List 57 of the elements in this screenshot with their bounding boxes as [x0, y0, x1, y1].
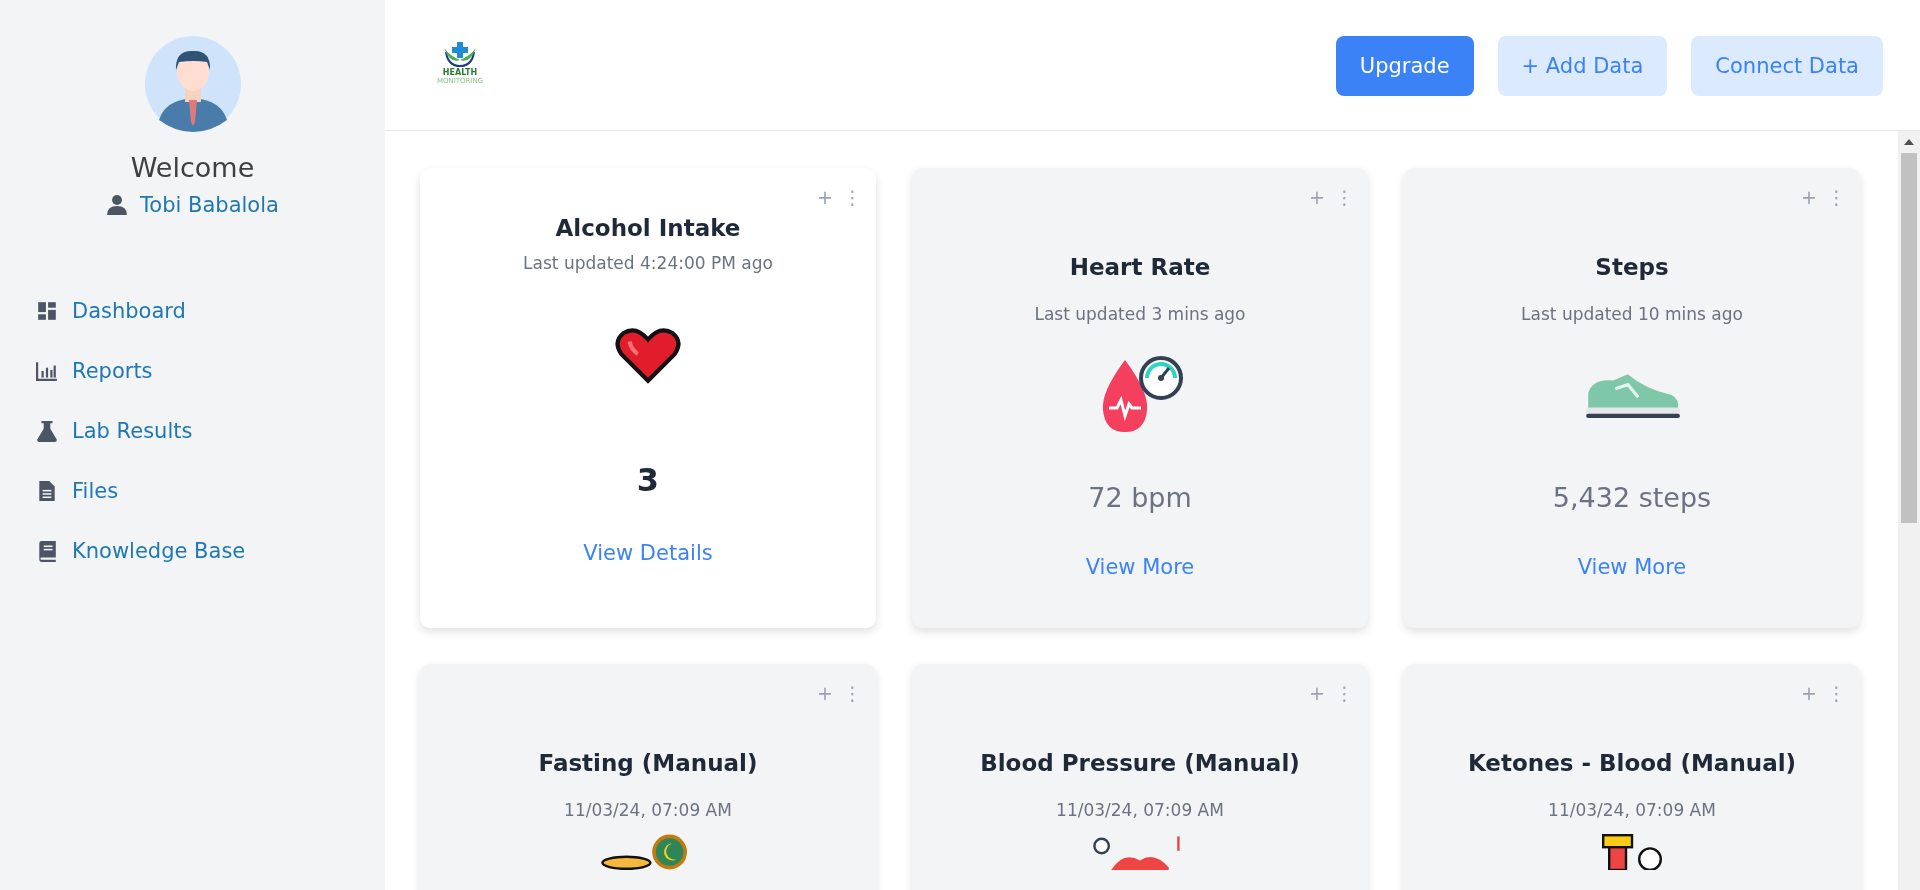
add-button[interactable]: +	[1799, 186, 1819, 208]
card-title: Steps	[1595, 254, 1669, 280]
metric-card[interactable]: + ⋮ Fasting (Manual) 11/03/24, 07:09 AM	[420, 664, 876, 890]
book-icon	[36, 540, 58, 562]
dashboard-icon	[36, 300, 58, 322]
bar-chart-icon	[36, 360, 58, 382]
welcome-heading: Welcome	[130, 152, 255, 183]
card-link[interactable]: View Details	[583, 541, 713, 565]
user-icon	[106, 194, 129, 216]
nav-item[interactable]: Dashboard	[36, 281, 385, 341]
add-button[interactable]: +	[1307, 682, 1327, 704]
metric-value: 72 bpm	[1088, 482, 1192, 513]
flask-icon	[36, 420, 58, 442]
card-link[interactable]: View More	[1577, 555, 1687, 579]
metric-card[interactable]: + ⋮ Heart Rate Last updated 3 mins ago 72 bpm View More	[912, 168, 1368, 628]
nav-item[interactable]: Knowledge Base	[36, 521, 385, 581]
scrollbar-thumb[interactable]	[1901, 153, 1917, 523]
header-button[interactable]: + Add Data	[1497, 36, 1668, 96]
metric-value: 3	[636, 461, 660, 499]
heart-icon	[615, 327, 681, 385]
nav-item[interactable]: Files	[36, 461, 385, 521]
header-button[interactable]: Connect Data	[1691, 36, 1883, 96]
menu-button[interactable]: ⋮	[1333, 682, 1356, 704]
last-updated: 11/03/24, 07:09 AM	[1548, 800, 1716, 820]
add-button[interactable]: +	[1307, 186, 1327, 208]
menu-button[interactable]: ⋮	[841, 682, 864, 704]
header-button[interactable]: Upgrade	[1335, 36, 1474, 96]
logo-text: HEALTH	[442, 68, 478, 77]
metric-card[interactable]: + ⋮ Ketones - Blood (Manual) 11/03/24, 07:09 AM	[1404, 664, 1860, 890]
last-updated: Last updated 10 mins ago	[1521, 304, 1743, 324]
card-title: Ketones - Blood (Manual)	[1467, 750, 1797, 776]
menu-button[interactable]: ⋮	[1825, 682, 1848, 704]
metric-card[interactable]: + ⋮ Blood Pressure (Manual) 11/03/24, 07:09 AM	[912, 664, 1368, 890]
last-updated: Last updated 4:24:00 PM ago	[523, 253, 773, 273]
file-icon	[36, 480, 58, 502]
last-updated: 11/03/24, 07:09 AM	[1056, 800, 1224, 820]
card-title: Fasting (Manual)	[538, 750, 758, 776]
card-title: Blood Pressure (Manual)	[980, 750, 1300, 776]
card-title: Heart Rate	[1069, 254, 1211, 280]
scrollbar[interactable]	[1898, 131, 1920, 890]
card-title: Alcohol Intake	[555, 215, 741, 241]
menu-button[interactable]: ⋮	[1825, 186, 1848, 208]
last-updated: 11/03/24, 07:09 AM	[564, 800, 732, 820]
metric-card[interactable]: + ⋮ Alcohol Intake Last updated 4:24:00 PM ago 3 View Details	[420, 168, 876, 628]
scroll-up-icon[interactable]	[1904, 139, 1914, 145]
card-link[interactable]: View More	[1085, 555, 1195, 579]
last-updated: Last updated 3 mins ago	[1034, 304, 1246, 324]
menu-button[interactable]: ⋮	[841, 186, 864, 208]
metric-card[interactable]: + ⋮ Steps Last updated 10 mins ago 5,432 steps View More	[1404, 168, 1860, 628]
add-button[interactable]: +	[815, 186, 835, 208]
menu-button[interactable]: ⋮	[1333, 186, 1356, 208]
nav-item[interactable]: Lab Results	[36, 401, 385, 461]
nav-item[interactable]: Reports	[36, 341, 385, 401]
metric-value: 5,432 steps	[1552, 482, 1712, 513]
add-button[interactable]: +	[1799, 682, 1819, 704]
user-name[interactable]: Tobi Babalola	[140, 193, 279, 217]
add-button[interactable]: +	[815, 682, 835, 704]
